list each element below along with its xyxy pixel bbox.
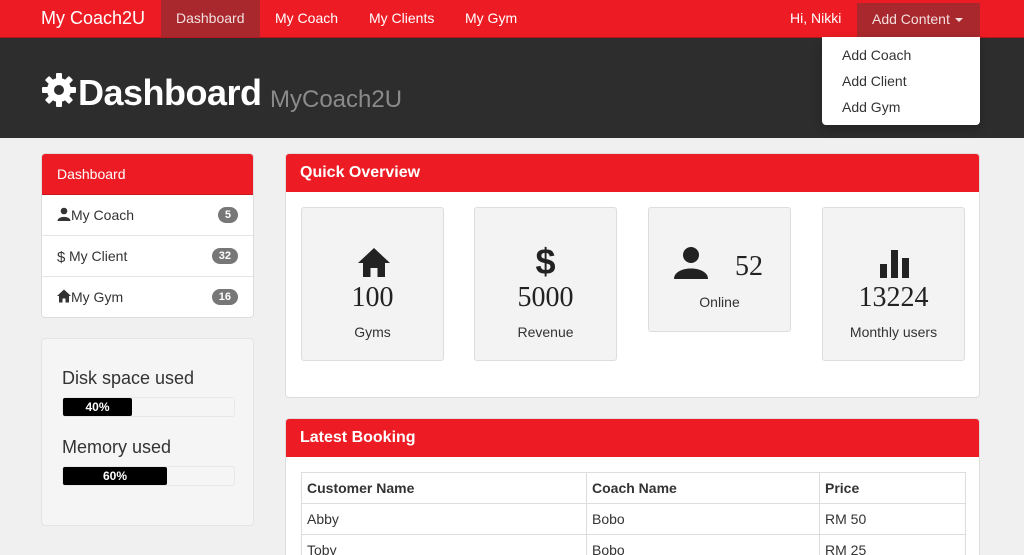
dollar-icon: $ <box>535 241 556 282</box>
page-subtitle: MyCoach2U <box>270 86 403 113</box>
add-content-label: Add Content <box>872 11 950 27</box>
coach-name-cell: Bobo <box>586 534 820 555</box>
menu-item-add-gym[interactable]: Add Gym <box>842 99 900 115</box>
tile-monthly-users: 13224 Monthly users <box>822 207 965 361</box>
disk-space-progress: 40% <box>62 397 235 417</box>
booking-table: Customer Name Coach Name Price Abby Bobo… <box>301 472 966 555</box>
gear-icon <box>42 73 76 107</box>
tile-label: Monthly users <box>849 324 938 340</box>
home-icon <box>57 289 71 303</box>
sidebar-item-label: My Gym <box>71 289 124 305</box>
table-header-row: Customer Name Coach Name Price <box>301 472 966 504</box>
disk-space-label: Disk space used <box>62 368 195 388</box>
quick-overview-panel: Quick Overview 100 Gyms $ 5000 Revenue 5… <box>285 153 980 398</box>
tile-gyms: 100 Gyms <box>301 207 444 361</box>
sidebar-item-label: My Coach <box>71 207 135 223</box>
tile-value: 100 <box>351 282 394 313</box>
nav-my-gym[interactable]: My Gym <box>450 0 532 37</box>
tile-value: 13224 <box>858 282 929 313</box>
table-row[interactable]: Abby Bobo RM 50 <box>301 503 966 535</box>
sidebar-item-my-gym[interactable]: My Gym 16 <box>42 277 253 317</box>
user-icon <box>57 207 71 221</box>
count-badge: 5 <box>217 207 238 223</box>
memory-progress: 60% <box>62 466 235 486</box>
menu-item-add-client[interactable]: Add Client <box>842 73 907 89</box>
sidebar-item-my-client[interactable]: $ My Client 32 <box>42 236 253 277</box>
add-content-menu: Add Coach Add Client Add Gym <box>822 37 980 125</box>
memory-progress-fill: 60% <box>63 467 167 485</box>
sidebar-menu: Dashboard My Coach 5 $ My Client 32 My Gy… <box>41 153 254 318</box>
tile-label: Online <box>699 294 740 310</box>
page-title: Dashboard <box>78 72 262 113</box>
coach-name-cell: Bobo <box>586 503 820 535</box>
user-icon <box>674 247 708 279</box>
sidebar-item-label: My Client <box>69 248 128 264</box>
tile-revenue: $ 5000 Revenue <box>474 207 617 361</box>
nav-my-coach[interactable]: My Coach <box>260 0 353 37</box>
dollar-icon: $ <box>57 249 66 266</box>
tile-value: 5000 <box>517 282 574 313</box>
add-content-dropdown-toggle[interactable]: Add Content <box>857 3 980 37</box>
customer-name-cell: Toby <box>301 534 587 555</box>
tile-value: 52 <box>735 251 763 282</box>
quick-overview-title: Quick Overview <box>286 154 979 192</box>
latest-booking-panel: Latest Booking Customer Name Coach Name … <box>285 418 980 555</box>
sidebar-item-my-coach[interactable]: My Coach 5 <box>42 195 253 236</box>
sidebar-heading[interactable]: Dashboard <box>42 154 253 195</box>
nav-my-clients[interactable]: My Clients <box>354 0 449 37</box>
caret-down-icon <box>954 18 963 23</box>
home-icon <box>358 248 390 277</box>
column-header: Customer Name <box>301 472 587 504</box>
column-header: Price <box>819 472 966 504</box>
top-navbar: My Coach2U Dashboard My Coach My Clients… <box>0 0 1024 38</box>
nav-dashboard[interactable]: Dashboard <box>161 0 260 37</box>
customer-name-cell: Abby <box>301 503 587 535</box>
stats-icon <box>880 250 909 278</box>
latest-booking-title: Latest Booking <box>286 419 979 457</box>
brand-link[interactable]: My Coach2U <box>41 8 145 29</box>
disk-space-progress-fill: 40% <box>63 398 132 416</box>
tile-label: Gyms <box>354 324 391 340</box>
user-greeting[interactable]: Hi, Nikki <box>790 0 841 37</box>
menu-item-add-coach[interactable]: Add Coach <box>842 47 911 63</box>
usage-panel: Disk space used 40% Memory used 60% <box>41 338 254 526</box>
memory-label: Memory used <box>62 437 172 457</box>
tile-online: 52 Online <box>648 207 791 332</box>
column-header: Coach Name <box>586 472 820 504</box>
count-badge: 32 <box>211 248 238 264</box>
price-cell: RM 50 <box>819 503 966 535</box>
price-cell: RM 25 <box>819 534 966 555</box>
tile-label: Revenue <box>517 324 574 340</box>
table-row[interactable]: Toby Bobo RM 25 <box>301 534 966 555</box>
count-badge: 16 <box>211 289 238 305</box>
